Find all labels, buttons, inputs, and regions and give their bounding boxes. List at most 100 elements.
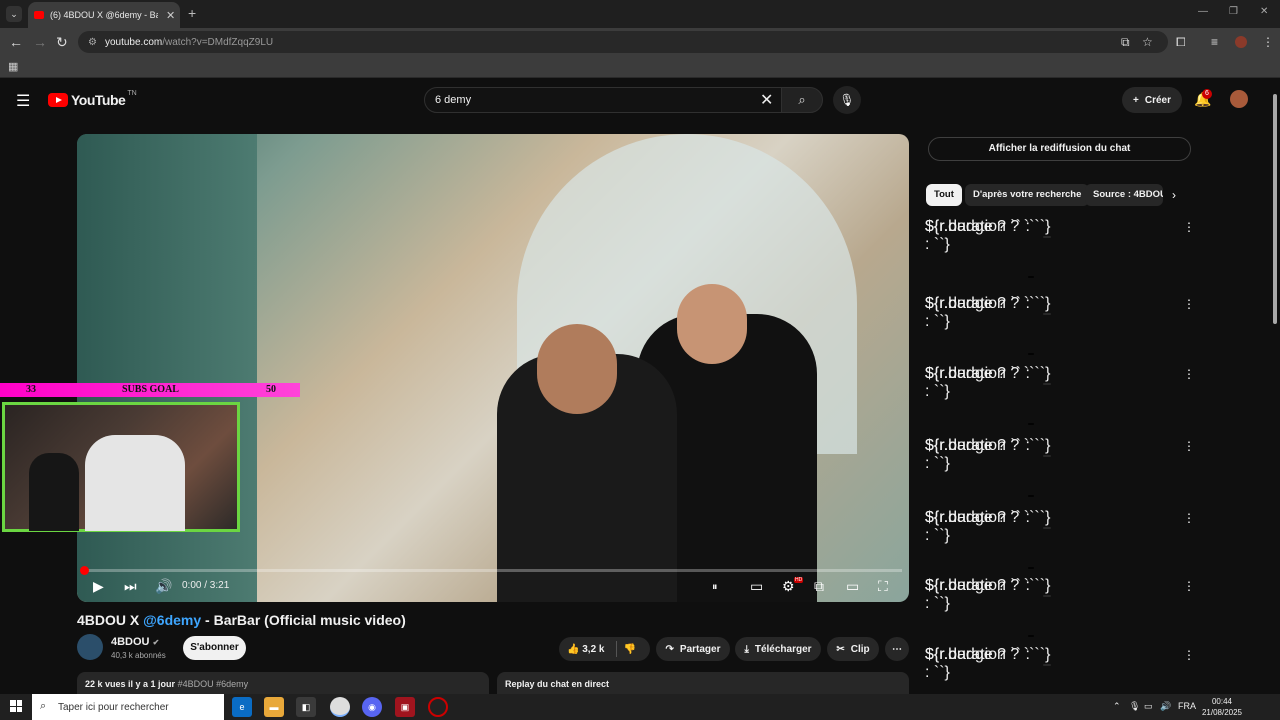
video-thumbnail[interactable]: ${r.duration ? ` ` : ``} xyxy=(925,365,1037,428)
profile-avatar[interactable] xyxy=(1235,36,1247,48)
more-vertical-icon[interactable]: ⋮ xyxy=(1183,367,1195,381)
reload-icon[interactable]: ↻ xyxy=(56,34,68,51)
more-vertical-icon[interactable]: ⋮ xyxy=(1183,511,1195,525)
next-icon[interactable]: ⏭ xyxy=(124,578,137,595)
url-path: /watch?v=DMdfZqqZ9LU xyxy=(162,36,274,48)
progress-bar[interactable] xyxy=(84,569,902,572)
close-window-icon[interactable]: ✕ xyxy=(1260,6,1268,17)
chevron-right-icon[interactable]: › xyxy=(1172,188,1176,202)
channel-avatar[interactable] xyxy=(77,634,103,660)
thumbs-down-icon[interactable]: 👎 xyxy=(623,644,635,655)
clear-search-icon[interactable]: ✕ xyxy=(760,90,773,110)
forward-icon[interactable]: → xyxy=(33,34,47,50)
scrollbar-thumb[interactable] xyxy=(1273,94,1277,324)
theater-mode-icon[interactable]: ▭ xyxy=(846,578,859,595)
install-app-icon[interactable]: ⧉ xyxy=(1121,35,1130,50)
tab-search-icon[interactable]: ⌄ xyxy=(6,6,22,22)
site-info-icon[interactable]: ⚙ xyxy=(88,37,97,48)
edge-icon[interactable]: e xyxy=(232,697,252,717)
chip-source[interactable]: Source : 4BDOU xyxy=(1085,184,1163,206)
channel-name[interactable]: 4BDOU ✔ xyxy=(111,636,159,648)
download-button[interactable]: ⤓ Télécharger xyxy=(735,637,821,661)
more-vertical-icon[interactable]: ⋮ xyxy=(1183,579,1195,593)
youtube-logo[interactable]: YouTube TN xyxy=(48,90,137,108)
video-thumbnail[interactable]: ${r.duration ? ` ` : ``} xyxy=(925,437,1037,500)
title-mention-link[interactable]: @6demy xyxy=(143,612,201,628)
share-button[interactable]: ↷ Partager xyxy=(656,637,730,661)
new-tab-icon[interactable]: + xyxy=(188,5,196,21)
file-explorer-icon[interactable]: ▬ xyxy=(264,697,284,717)
speaker-icon[interactable]: 🔊 xyxy=(1160,701,1171,712)
play-icon[interactable]: ▶ xyxy=(93,578,104,595)
extensions-icon[interactable]: ⧠ xyxy=(1176,35,1186,50)
hashtags[interactable]: #4BDOU #6demy xyxy=(178,679,249,689)
recommendation-item[interactable]: ${r.duration ? ` ` : ``} ${r.badge ? ` ` :… xyxy=(925,365,1195,429)
more-actions-button[interactable]: ⋯ xyxy=(885,637,909,661)
mic-tray-icon[interactable]: 🎙 xyxy=(1129,701,1140,712)
miniplayer-icon[interactable]: ⧉ xyxy=(814,578,824,595)
close-tab-icon[interactable]: ✕ xyxy=(166,9,175,22)
account-avatar[interactable] xyxy=(1230,90,1248,108)
store-icon[interactable]: ◧ xyxy=(296,697,316,717)
progress-scrubber[interactable] xyxy=(80,566,89,575)
chrome-icon[interactable] xyxy=(330,697,350,717)
more-vertical-icon[interactable]: ⋮ xyxy=(1183,220,1195,234)
recommendation-item[interactable]: ${r.duration ? ` ` : ``} ${r.badge ? ` ` :… xyxy=(925,577,1195,641)
back-icon[interactable]: ← xyxy=(9,34,23,50)
new-badge xyxy=(1043,313,1051,315)
video-thumbnail[interactable]: ${r.duration ? ` ` : ``} xyxy=(925,577,1037,640)
show-chat-replay-button[interactable]: Afficher la rediffusion du chat xyxy=(928,137,1191,161)
address-bar[interactable]: ⚙ youtube.com /watch?v=DMdfZqqZ9LU xyxy=(78,31,1168,53)
settings-gear-icon[interactable]: ⚙ xyxy=(782,578,795,595)
subs-goal-label: SUBS GOAL xyxy=(122,384,179,395)
discord-icon[interactable]: ◉ xyxy=(362,697,382,717)
browser-tab[interactable]: (6) 4BDOU X @6demy - BarBar ✕ xyxy=(28,2,180,28)
chip-all[interactable]: Tout xyxy=(926,184,962,206)
recommendation-item[interactable]: ${r.duration ? ` ` : ``} ${r.badge ? ` ` :… xyxy=(925,295,1195,359)
more-vertical-icon[interactable]: ⋮ xyxy=(1183,648,1195,662)
apps-grid-icon[interactable]: ▦ xyxy=(8,60,18,73)
video-thumbnail[interactable]: ${r.duration ? ` ` : ``} xyxy=(925,218,1037,281)
taskbar-search-input[interactable]: ⌕ Taper ici pour rechercher xyxy=(32,694,224,720)
clip-button[interactable]: ✂ Clip xyxy=(827,637,879,661)
chip-from-search[interactable]: D'après votre recherche xyxy=(965,184,1090,206)
video-thumbnail[interactable]: ${r.duration ? ` ` : ``} xyxy=(925,295,1037,358)
recommendation-item[interactable]: ${r.duration ? ` ` : ``} ${r.badge ? ` ` :… xyxy=(925,509,1195,573)
network-icon[interactable]: ▭ xyxy=(1144,701,1153,712)
tray-chevron-icon[interactable]: ⌃ xyxy=(1113,701,1121,712)
maximize-icon[interactable]: ❐ xyxy=(1229,6,1238,17)
search-button[interactable]: ⌕ xyxy=(781,87,823,113)
more-vertical-icon[interactable]: ⋮ xyxy=(1183,439,1195,453)
subscribe-button[interactable]: S'abonner xyxy=(183,636,246,660)
more-vertical-icon[interactable]: ⋮ xyxy=(1183,297,1195,311)
bookmark-star-icon[interactable]: ☆ xyxy=(1142,35,1153,49)
video-thumbnail[interactable]: ${r.duration ? ` ` : ``} xyxy=(925,509,1037,572)
volume-icon[interactable]: 🔊 xyxy=(155,578,172,595)
subs-goal-bar: 33 SUBS GOAL 50 xyxy=(0,383,300,397)
like-button[interactable]: 👍 3,2 k xyxy=(567,644,604,655)
fullscreen-icon[interactable]: ⛶ xyxy=(878,578,888,595)
create-button[interactable]: + Créer xyxy=(1122,87,1182,113)
autoplay-toggle-icon[interactable]: ⏸ xyxy=(712,581,718,594)
minimize-icon[interactable]: — xyxy=(1198,6,1208,17)
recommendation-item[interactable]: ${r.duration ? ` ` : ``} ${r.badge ? ` ` :… xyxy=(925,437,1195,501)
duration-badge xyxy=(1028,423,1034,425)
media-control-icon[interactable]: ≡ xyxy=(1211,35,1218,49)
duration-badge xyxy=(1028,635,1034,637)
page-scrollbar[interactable] xyxy=(1272,88,1278,698)
voicemeeter-icon[interactable]: ▣ xyxy=(395,697,415,717)
hd-badge: HD xyxy=(794,577,804,583)
new-badge xyxy=(1043,455,1051,457)
voice-search-button[interactable]: 🎙 xyxy=(833,86,861,114)
browser-menu-icon[interactable]: ⋮ xyxy=(1262,35,1274,49)
windows-start-icon[interactable] xyxy=(10,700,22,712)
language-indicator[interactable]: FRA xyxy=(1178,701,1196,711)
search-input[interactable]: 6 demy xyxy=(424,87,782,113)
new-badge xyxy=(1043,527,1051,529)
clock[interactable]: 00:44 21/08/2025 xyxy=(1200,696,1244,718)
recommendation-item[interactable]: ${r.duration ? ` ` : ``} ${r.badge ? ` ` :… xyxy=(925,218,1195,282)
subtitles-icon[interactable]: ▭ xyxy=(750,578,763,595)
microphone-icon: 🎙 xyxy=(839,93,855,107)
menu-icon[interactable]: ☰ xyxy=(16,91,30,111)
obs-icon[interactable] xyxy=(428,697,448,717)
